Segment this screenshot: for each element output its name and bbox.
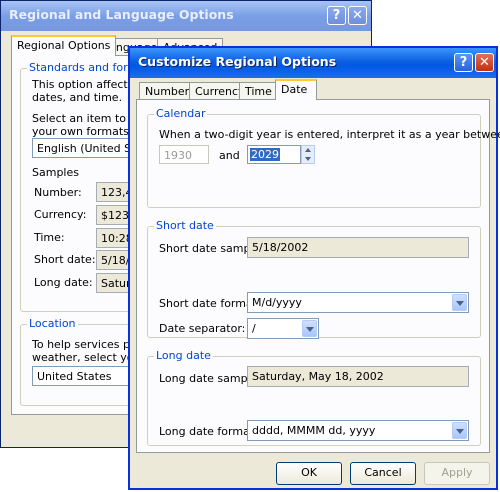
end-year-field[interactable]: 2029	[247, 145, 301, 164]
chevron-down-icon[interactable]	[452, 294, 467, 311]
long-date-sample-field: Saturday, May 18, 2002	[247, 366, 469, 387]
tab-time[interactable]: Time	[239, 82, 278, 100]
date-tab-panel: Calendar When a two-digit year is entere…	[136, 99, 500, 453]
time-label: Time:	[34, 231, 65, 244]
front-titlebar[interactable]: Customize Regional Options ? ✕	[130, 48, 496, 78]
tab-regional-options[interactable]: Regional Options	[11, 35, 117, 56]
spin-up-icon[interactable]	[305, 148, 311, 152]
help-icon: ?	[459, 55, 468, 70]
number-label: Number:	[34, 186, 82, 199]
calendar-description: When a two-digit year is entered, interp…	[159, 128, 500, 141]
description-line-2: dates, and time.	[32, 91, 123, 104]
spin-down-icon[interactable]	[305, 157, 311, 161]
back-window-title: Regional and Language Options	[9, 7, 234, 22]
apply-button[interactable]: Apply	[424, 462, 490, 485]
select-line-2: your own formats:	[32, 125, 133, 138]
tab-date[interactable]: Date	[275, 79, 317, 100]
long-date-format-select[interactable]: dddd, MMMM dd, yyyy	[247, 420, 469, 441]
short-date-label: Short date:	[34, 253, 96, 266]
date-separator-select[interactable]: /	[247, 318, 319, 339]
locale-select[interactable]: English (United States	[32, 138, 142, 158]
long-date-format-value: dddd, MMMM dd, yyyy	[252, 424, 376, 437]
start-year-field: 1930	[159, 145, 209, 164]
long-date-label: Long date:	[34, 276, 93, 289]
front-window-title: Customize Regional Options	[138, 54, 337, 69]
ok-button[interactable]: OK	[276, 462, 342, 485]
close-icon: ✕	[352, 8, 363, 23]
date-separator-value: /	[252, 322, 256, 335]
end-year-spinner[interactable]	[301, 145, 315, 164]
chevron-down-icon[interactable]	[302, 320, 317, 337]
long-date-format-label: Long date format:	[159, 425, 258, 438]
short-date-format-value: M/d/yyyy	[252, 296, 302, 309]
back-close-button[interactable]: ✕	[348, 6, 367, 25]
close-icon: ✕	[479, 55, 490, 70]
short-date-group-label: Short date	[154, 219, 216, 232]
front-close-button[interactable]: ✕	[475, 53, 494, 72]
samples-label: Samples	[32, 166, 79, 179]
cancel-button[interactable]: Cancel	[350, 462, 416, 485]
and-label: and	[219, 149, 240, 162]
back-titlebar[interactable]: Regional and Language Options ? ✕	[1, 1, 371, 31]
front-help-button[interactable]: ?	[454, 53, 473, 72]
location-group-label: Location	[27, 317, 78, 330]
customize-regional-options-window: Customize Regional Options ? ✕ Numbers C…	[128, 46, 500, 490]
end-year-value: 2029	[250, 148, 280, 161]
location-select[interactable]: United States	[32, 366, 142, 386]
short-date-format-select[interactable]: M/d/yyyy	[247, 292, 469, 313]
long-date-group-label: Long date	[154, 349, 213, 362]
currency-label: Currency:	[34, 208, 87, 221]
short-date-format-label: Short date format:	[159, 297, 261, 310]
help-icon: ?	[332, 8, 341, 23]
chevron-down-icon[interactable]	[452, 422, 467, 439]
date-separator-label: Date separator:	[159, 322, 246, 335]
long-date-sample-label: Long date sample:	[159, 372, 262, 385]
back-help-button[interactable]: ?	[327, 6, 346, 25]
calendar-group-label: Calendar	[154, 107, 208, 120]
short-date-sample-field: 5/18/2002	[247, 237, 469, 258]
